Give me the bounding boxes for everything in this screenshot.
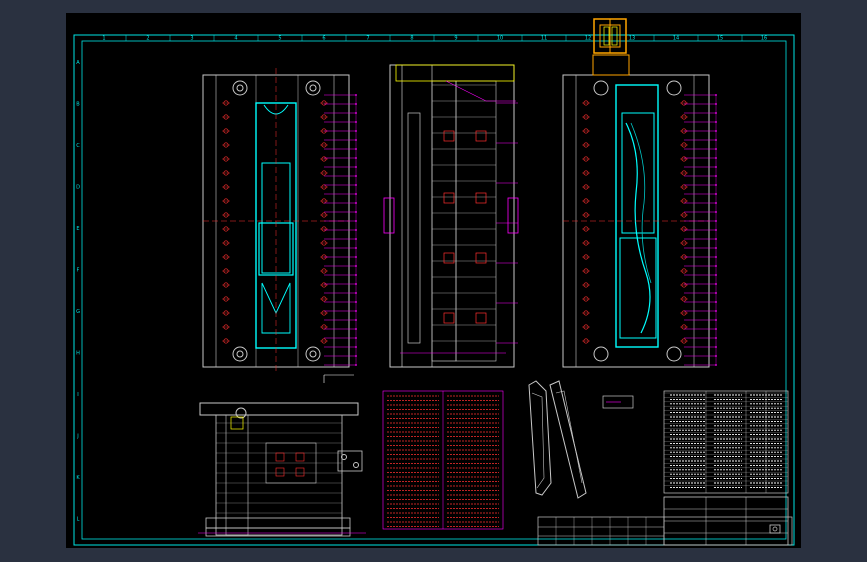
title-block [537, 496, 793, 546]
outer-border [73, 34, 795, 546]
zone-number-top: 8 [410, 36, 413, 42]
side-view-bottom-left [198, 402, 366, 537]
zone-letter-side: E [76, 226, 79, 232]
zone-number-top: 13 [629, 36, 635, 42]
product-views [528, 380, 634, 499]
zone-number-top: 10 [497, 36, 503, 42]
zone-number-top: 15 [717, 36, 723, 42]
notes-table [382, 390, 504, 530]
plan-view-right [562, 54, 717, 368]
zone-number-top: 12 [585, 36, 591, 42]
cad-drawing-viewport[interactable]: 1 2 3 4 5 6 7 8 9 10 11 12 13 14 15 16 ABCDEFGHIJKL [66, 13, 801, 548]
zone-number-top: 14 [673, 36, 679, 42]
zone-letter-side: C [76, 143, 80, 149]
zone-letter-side: I [77, 392, 78, 398]
zone-number-top: 5 [278, 36, 281, 42]
plan-view-left [202, 68, 357, 383]
zone-letter-side: D [76, 184, 80, 190]
zone-number-top: 16 [761, 36, 767, 42]
zone-number-top: 4 [234, 36, 237, 42]
zone-number-top: 6 [322, 36, 325, 42]
zone-letter-side: F [77, 267, 80, 273]
mold-assembly-drawing: 1 2 3 4 5 6 7 8 9 10 11 12 13 14 15 16 ABCDEFGHIJKL [73, 18, 795, 546]
zone-letter-side: G [76, 309, 80, 315]
zone-letter-side: H [76, 350, 80, 356]
zone-number-top: 9 [454, 36, 457, 42]
bom-table [663, 390, 789, 494]
zone-number-top: 7 [366, 36, 369, 42]
zone-letter-side: K [76, 475, 80, 481]
zone-letter-side: J [76, 433, 78, 439]
zone-number-top: 11 [541, 36, 547, 42]
inner-border [81, 40, 787, 540]
zone-number-top: 1 [102, 36, 105, 42]
zone-letter-side: A [76, 60, 80, 66]
zone-markers-side: A B C D E F G H I J K L [76, 60, 80, 523]
zone-number-top: 2 [146, 36, 149, 42]
zone-markers-top: 1 2 3 4 5 6 7 8 9 10 11 12 13 14 15 16 [102, 35, 767, 42]
nozzle-detail-top [593, 18, 627, 54]
zone-number-top: 3 [190, 36, 193, 42]
section-view-center [383, 64, 519, 368]
zone-letter-side: B [76, 101, 80, 107]
zone-letter-side: L [77, 516, 80, 522]
